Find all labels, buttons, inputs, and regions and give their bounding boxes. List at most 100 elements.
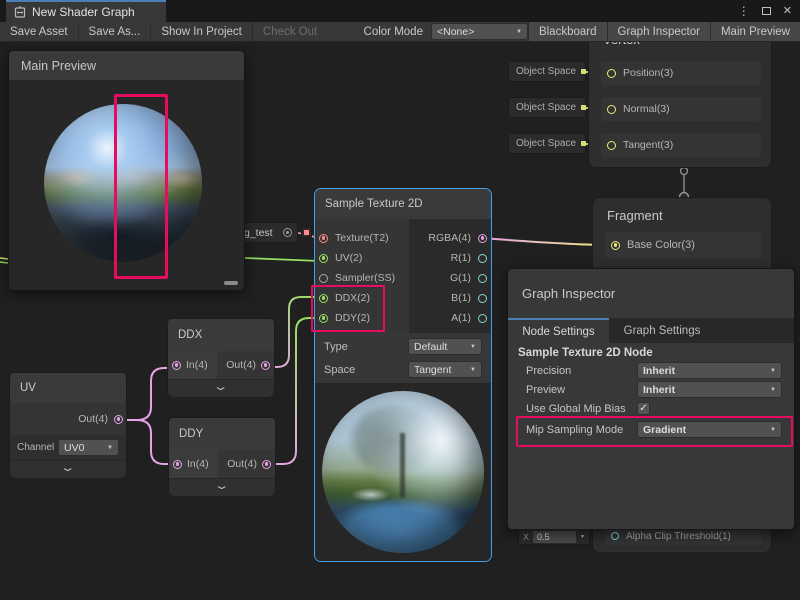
base-color-port[interactable] — [611, 241, 620, 250]
connector-ring-top — [681, 168, 688, 175]
type-dropdown[interactable]: Default ▼ — [408, 338, 482, 355]
preview-resize-handle[interactable] — [224, 281, 238, 285]
wire-uv2-input[interactable] — [245, 258, 320, 261]
main-preview-panel[interactable]: Main Preview — [8, 50, 245, 290]
object-space-chip-tangent[interactable]: Object Space — [508, 133, 586, 154]
tangent-port[interactable] — [607, 141, 616, 150]
vertex-row-normal[interactable]: Normal(3) — [601, 97, 761, 121]
wire-offscreen-yellow[interactable] — [0, 258, 8, 259]
object-space-chip-position[interactable]: Object Space — [508, 61, 586, 82]
ddy-in-label: In(4) — [187, 458, 209, 470]
caret-down-icon: ▼ — [770, 368, 776, 374]
graph-inspector-toggle[interactable]: Graph Inspector — [607, 22, 710, 41]
preview-row: Preview Inherit▼ — [508, 380, 794, 399]
g-port[interactable] — [478, 274, 487, 283]
save-asset-button[interactable]: Save Asset — [0, 22, 78, 41]
main-preview-toggle[interactable]: Main Preview — [710, 22, 800, 41]
channel-label: Channel — [17, 442, 55, 453]
caret-down-icon: ▼ — [580, 534, 585, 540]
texture-port[interactable] — [319, 234, 328, 243]
ddx-in-port[interactable] — [172, 361, 181, 370]
graph-inspector-title: Graph Inspector — [508, 269, 794, 307]
ddx-node[interactable]: DDX In(4) Out(4) ⌄ — [167, 318, 275, 396]
ddx-node-title: DDX — [168, 319, 274, 351]
sample-texture-2d-node[interactable]: Sample Texture 2D Texture(T2) UV(2) Samp… — [314, 188, 492, 562]
shader-graph-tab[interactable]: New Shader Graph — [6, 0, 166, 22]
sample-node-ports: Texture(T2) UV(2) Sampler(SS) DDX(2) DDY… — [315, 219, 491, 333]
main-preview-body — [9, 80, 244, 290]
r-port[interactable] — [478, 254, 487, 263]
vertex-row-tangent[interactable]: Tangent(3) — [601, 133, 761, 157]
alpha-clip-port[interactable] — [611, 532, 619, 540]
shader-graph-icon — [14, 6, 26, 18]
ddx-collapse-button[interactable]: ⌄ — [168, 379, 274, 397]
uv-port[interactable] — [319, 254, 328, 263]
color-mode-dropdown[interactable]: <None> ▼ — [431, 23, 528, 40]
close-icon[interactable]: ✕ — [783, 6, 792, 17]
b-port[interactable] — [478, 294, 487, 303]
ddy-port[interactable] — [319, 314, 328, 323]
chip-port-icon — [581, 105, 586, 110]
blackboard-toggle[interactable]: Blackboard — [528, 22, 607, 41]
main-preview-sphere[interactable] — [44, 104, 202, 262]
base-color-row[interactable]: Base Color(3) — [605, 232, 761, 258]
object-space-chip-normal[interactable]: Object Space — [508, 97, 586, 118]
sample-node-preview — [315, 383, 491, 561]
caret-down-icon: ▼ — [470, 367, 476, 373]
chip-port-icon — [581, 69, 586, 74]
mip-bias-checkbox[interactable]: ✓ — [637, 402, 650, 415]
r-label: R(1) — [451, 252, 471, 264]
rgba-port[interactable] — [478, 234, 487, 243]
uv-node[interactable]: UV Out(4) Channel UV0 ▼ ⌄ — [9, 372, 127, 477]
gtest-output-port[interactable] — [301, 227, 312, 238]
inspector-tabs: Node Settings Graph Settings — [508, 318, 794, 343]
ddy-in-port[interactable] — [173, 460, 182, 469]
uv-out-port[interactable] — [114, 415, 123, 424]
channel-dropdown[interactable]: UV0 ▼ — [58, 439, 119, 456]
color-mode-label: Color Mode — [356, 22, 431, 41]
gtest-property-node[interactable]: g_test — [236, 222, 298, 243]
position-label: Position(3) — [623, 67, 673, 79]
property-expand-icon[interactable] — [283, 228, 292, 237]
position-port[interactable] — [607, 69, 616, 78]
ddy-node[interactable]: DDY In(4) Out(4) ⌄ — [168, 417, 276, 495]
precision-dropdown[interactable]: Inherit▼ — [637, 362, 782, 379]
mip-mode-label: Mip Sampling Mode — [508, 424, 637, 436]
sampler-port[interactable] — [319, 274, 328, 283]
window-tab-bar: New Shader Graph ⋮ ✕ — [0, 0, 800, 22]
maximize-icon[interactable] — [762, 7, 771, 15]
ddy-out-port[interactable] — [262, 460, 271, 469]
tab-title: New Shader Graph — [32, 5, 135, 19]
show-in-project-button[interactable]: Show In Project — [150, 22, 252, 41]
ddy-collapse-button[interactable]: ⌄ — [169, 478, 275, 496]
tab-node-settings[interactable]: Node Settings — [508, 318, 609, 343]
uv-collapse-button[interactable]: ⌄ — [10, 460, 126, 478]
vertex-node[interactable]: Vertex Position(3) Normal(3) Tangent(3) — [588, 22, 772, 168]
preview-dropdown[interactable]: Inherit▼ — [637, 381, 782, 398]
tab-graph-settings[interactable]: Graph Settings — [609, 318, 715, 343]
kebab-menu-icon[interactable]: ⋮ — [738, 5, 750, 17]
check-out-button: Check Out — [252, 22, 327, 41]
mip-mode-dropdown[interactable]: Gradient▼ — [637, 421, 782, 438]
g-label: G(1) — [450, 272, 471, 284]
space-dropdown[interactable]: Tangent ▼ — [408, 361, 482, 378]
space-label: Space — [324, 364, 355, 376]
ddx-out-port[interactable] — [261, 361, 270, 370]
ddx-port[interactable] — [319, 294, 328, 303]
graph-inspector-panel[interactable]: Graph Inspector Node Settings Graph Sett… — [507, 268, 795, 530]
sample-node-controls: Type Default ▼ Space Tangent ▼ — [315, 333, 491, 383]
normal-port[interactable] — [607, 105, 616, 114]
save-as-button[interactable]: Save As... — [78, 22, 151, 41]
base-color-label: Base Color(3) — [627, 239, 695, 251]
check-icon: ✓ — [639, 404, 647, 414]
caret-down-icon: ▼ — [107, 445, 113, 451]
type-label: Type — [324, 341, 348, 353]
a-port[interactable] — [478, 314, 487, 323]
alpha-value-field[interactable]: 0.5 — [533, 531, 576, 543]
ddy-out-label: Out(4) — [227, 458, 257, 470]
vertex-row-position[interactable]: Position(3) — [601, 61, 761, 85]
alpha-axis-label: X — [523, 532, 529, 542]
alpha-clip-value-chip[interactable]: X 0.5 ▼ — [518, 528, 590, 545]
wire-offscreen-green[interactable] — [0, 262, 8, 263]
main-preview-header[interactable]: Main Preview — [9, 51, 244, 80]
